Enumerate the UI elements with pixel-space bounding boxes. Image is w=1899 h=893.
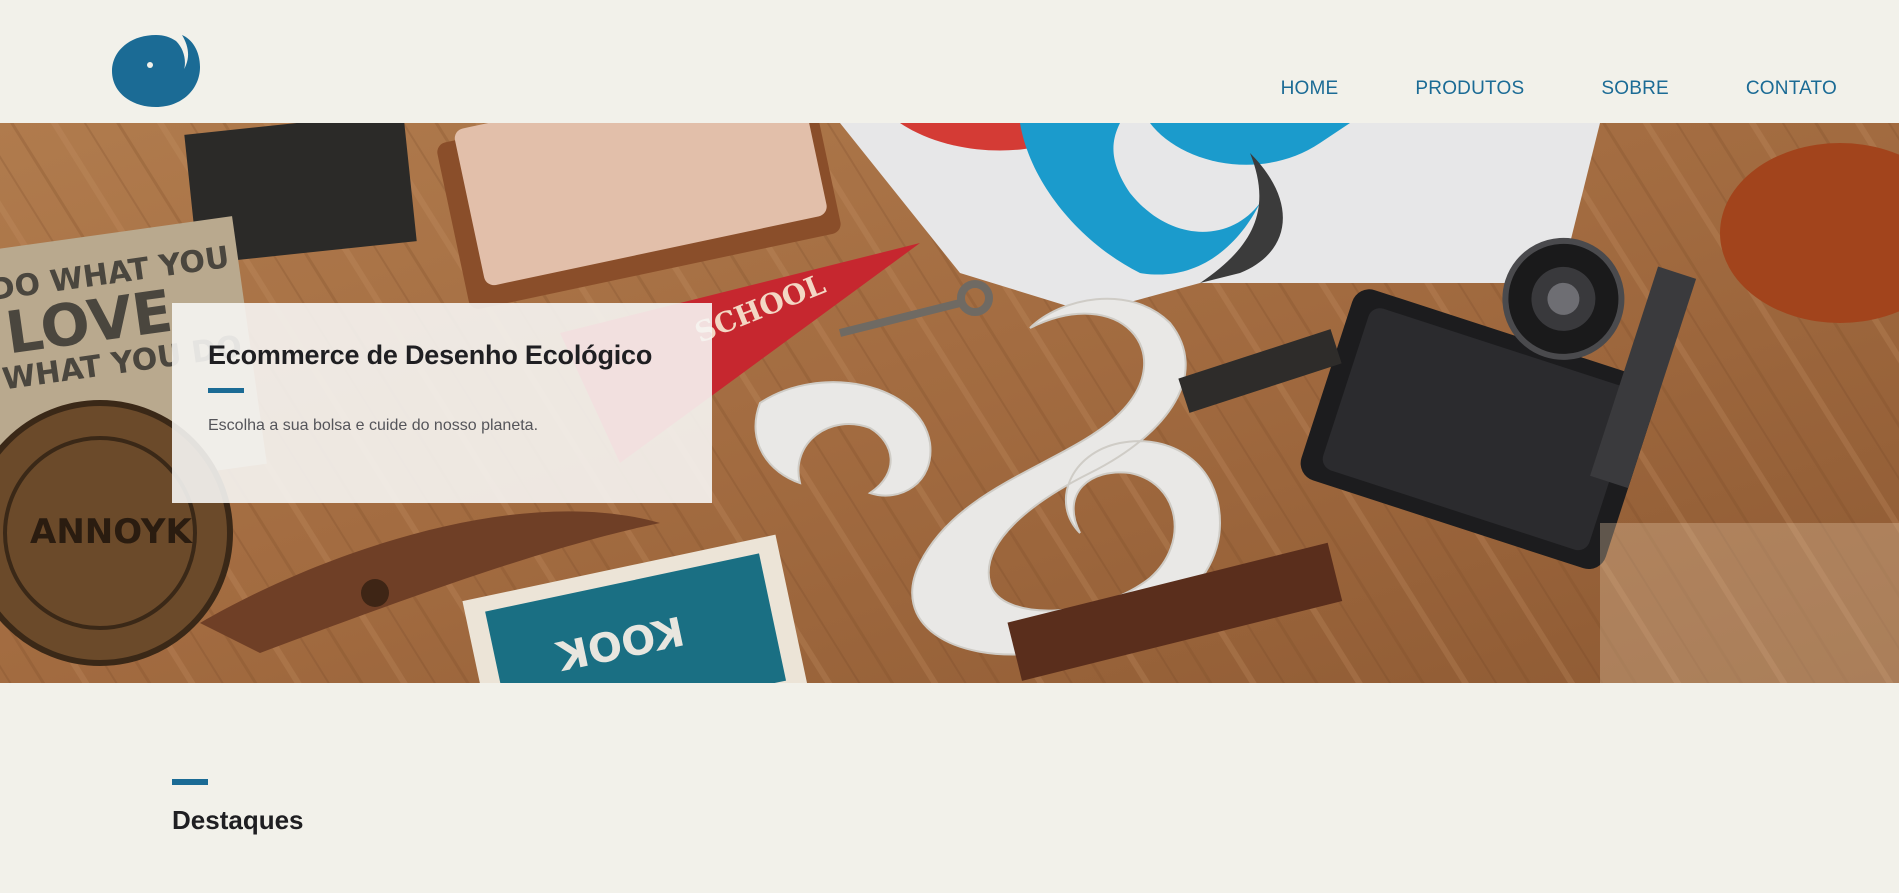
nav-sobre-link[interactable]: SOBRE — [1601, 78, 1669, 100]
nav-produtos-link[interactable]: PRODUTOS — [1415, 78, 1524, 100]
nav-home-link[interactable]: HOME — [1281, 78, 1339, 100]
hero-subtitle: Escolha a sua bolsa e cuide do nosso pla… — [208, 417, 539, 434]
section-divider — [172, 779, 208, 785]
main-nav: HOME PRODUTOS SOBRE CONTATO — [1281, 78, 1837, 100]
hero-title: Ecommerce de Desenho Ecológico — [208, 340, 653, 370]
site-header: HOME PRODUTOS SOBRE CONTATO — [0, 0, 1899, 123]
featured-section-title: Destaques — [172, 805, 304, 835]
hero-card: Ecommerce de Desenho Ecológico Escolha a… — [172, 303, 712, 503]
svg-text:ANNOYK: ANNOYK — [30, 512, 194, 552]
hero-banner: DO WHAT YOU LOVE WHAT YOU DO SCHOOL ANNO… — [0, 123, 1899, 683]
hero-divider — [208, 388, 244, 393]
spiral-logo-icon[interactable] — [110, 31, 203, 109]
nav-contato-link[interactable]: CONTATO — [1746, 78, 1837, 100]
